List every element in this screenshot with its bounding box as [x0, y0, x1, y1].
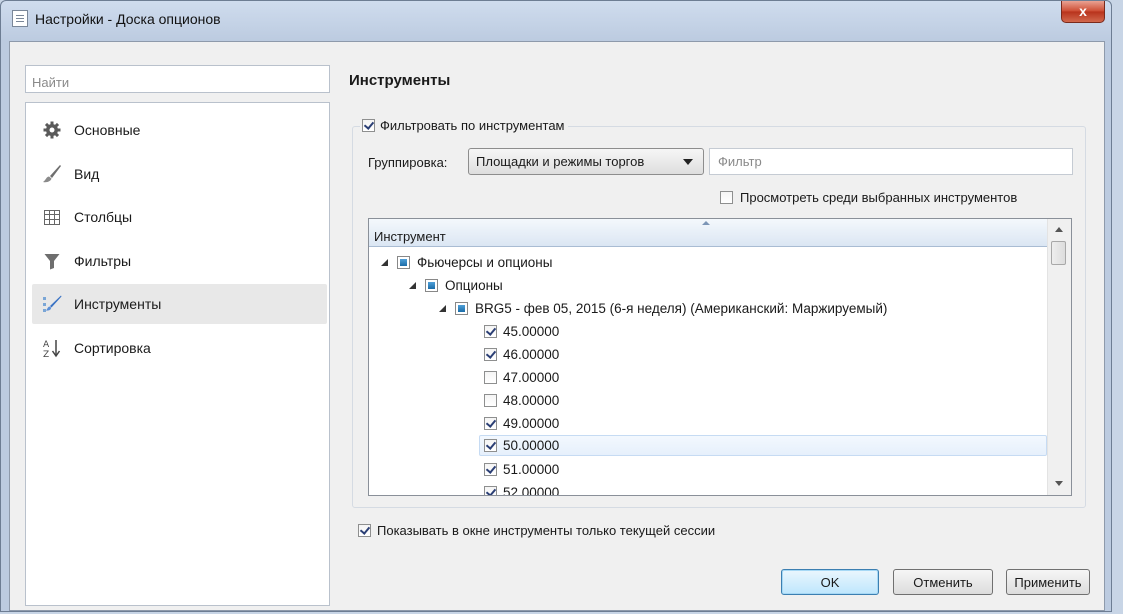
sidebar-item-sorting[interactable]: AZ Сортировка [32, 328, 327, 368]
checkbox-label: Просмотреть среди выбранных инструментов [740, 190, 1018, 205]
page-title: Инструменты [349, 72, 451, 89]
tree-leaf-label: 46.00000 [503, 347, 560, 362]
sidebar-item-view[interactable]: Вид [32, 154, 327, 194]
grouping-select[interactable]: Площадки и режимы торгов [468, 148, 704, 175]
title-bar: Настройки - Доска опционов x [1, 1, 1111, 41]
tree-node-label: Опционы [445, 278, 503, 293]
strike-checkbox[interactable] [484, 348, 497, 361]
strike-checkbox[interactable] [484, 417, 497, 430]
tools-icon [42, 294, 62, 314]
close-button[interactable]: x [1061, 1, 1105, 23]
scroll-up-icon[interactable] [1055, 227, 1063, 232]
brush-icon [42, 164, 62, 184]
tree-leaf-label: 52.00000 [503, 485, 560, 496]
tree-leaf-label: 49.00000 [503, 416, 560, 431]
partial-checkbox[interactable] [455, 302, 468, 315]
sidebar-item-columns[interactable]: Столбцы [32, 197, 327, 237]
apply-button[interactable]: Применить [1006, 569, 1090, 595]
filter-input[interactable] [709, 148, 1073, 175]
dropdown-arrow-icon [683, 158, 693, 165]
grouping-label: Группировка: [368, 155, 448, 170]
sidebar-item-filters[interactable]: Фильтры [32, 241, 327, 281]
tree-leaf-strike-selected[interactable]: 50.00000 [479, 435, 1047, 456]
sidebar-item-label: Основные [74, 122, 141, 138]
strike-checkbox[interactable] [484, 371, 497, 384]
strike-checkbox[interactable] [484, 394, 497, 407]
tree-node-brg5[interactable]: BRG5 - фев 05, 2015 (6-я неделя) (Америк… [439, 298, 887, 319]
tree-leaf-label: 50.00000 [503, 438, 560, 453]
checkbox-box[interactable] [358, 524, 371, 537]
vertical-scrollbar[interactable] [1047, 219, 1071, 495]
window-icon [12, 10, 28, 27]
tree-leaf-strike[interactable]: 46.00000 [484, 344, 559, 365]
close-icon: x [1079, 3, 1087, 19]
strike-checkbox[interactable] [484, 325, 497, 338]
expand-arrow-icon[interactable] [381, 259, 388, 266]
show-current-session-checkbox[interactable]: Показывать в окне инструменты только тек… [358, 523, 715, 538]
checkbox-label: Показывать в окне инструменты только тек… [377, 523, 716, 538]
filter-icon [42, 251, 62, 271]
svg-text:Z: Z [43, 350, 49, 358]
tree-leaf-label: 45.00000 [503, 324, 560, 339]
tree-leaf-strike[interactable]: 45.00000 [484, 321, 559, 342]
checkbox-box[interactable] [720, 191, 733, 204]
checkbox-box[interactable] [362, 119, 375, 132]
grouping-select-value: Площадки и режимы торгов [476, 154, 645, 169]
tree-leaf-label: 47.00000 [503, 370, 560, 385]
svg-text:A: A [43, 340, 50, 350]
tree-leaf-strike[interactable]: 47.00000 [484, 367, 559, 388]
instrument-tree[interactable]: Инструмент Фьючерсы и опционы Опционы BR… [368, 218, 1072, 496]
partial-checkbox[interactable] [397, 256, 410, 269]
scroll-down-icon[interactable] [1055, 481, 1063, 486]
sort-caret-icon [702, 221, 710, 225]
tree-node-options[interactable]: Опционы [409, 275, 503, 296]
tree-leaf-strike[interactable]: 51.00000 [484, 459, 559, 480]
sort-az-icon: AZ [42, 338, 62, 358]
sidebar-item-label: Вид [74, 166, 100, 182]
sidebar-item-label: Инструменты [74, 296, 162, 312]
view-among-selected-checkbox[interactable]: Просмотреть среди выбранных инструментов [720, 190, 1017, 205]
gear-icon [42, 120, 62, 140]
table-icon [42, 207, 62, 227]
expand-arrow-icon[interactable] [409, 282, 416, 289]
tree-node-futures-options[interactable]: Фьючерсы и опционы [381, 252, 552, 273]
expand-arrow-icon[interactable] [439, 305, 446, 312]
strike-checkbox[interactable] [484, 439, 497, 452]
partial-checkbox[interactable] [425, 279, 438, 292]
sidebar-item-label: Фильтры [74, 253, 132, 269]
cancel-button[interactable]: Отменить [893, 569, 993, 595]
checkbox-label: Фильтровать по инструментам [380, 118, 565, 133]
tree-leaf-label: 51.00000 [503, 462, 560, 477]
strike-checkbox[interactable] [484, 463, 497, 476]
sidebar: Основные Вид Столбцы Фильтры Инструменты… [25, 102, 330, 606]
tree-leaf-strike[interactable]: 52.00000 [484, 482, 560, 496]
sidebar-item-label: Столбцы [74, 209, 133, 225]
window-title: Настройки - Доска опционов [35, 11, 221, 27]
sidebar-item-general[interactable]: Основные [32, 110, 327, 150]
sidebar-item-instruments[interactable]: Инструменты [32, 284, 327, 324]
tree-node-label: Фьючерсы и опционы [417, 255, 553, 270]
ok-button[interactable]: OK [781, 569, 879, 595]
tree-leaf-label: 48.00000 [503, 393, 560, 408]
tree-leaf-strike[interactable]: 48.00000 [484, 390, 559, 411]
filter-by-instruments-checkbox[interactable]: Фильтровать по инструментам [360, 118, 569, 133]
scroll-thumb[interactable] [1051, 241, 1066, 265]
tree-node-label: BRG5 - фев 05, 2015 (6-я неделя) (Америк… [475, 301, 888, 316]
sidebar-item-label: Сортировка [74, 340, 151, 356]
search-input[interactable] [25, 65, 330, 93]
strike-checkbox[interactable] [484, 486, 497, 495]
column-header-instrument[interactable]: Инструмент [369, 219, 1049, 247]
column-header-label: Инструмент [374, 229, 446, 244]
tree-leaf-strike[interactable]: 49.00000 [484, 413, 559, 434]
